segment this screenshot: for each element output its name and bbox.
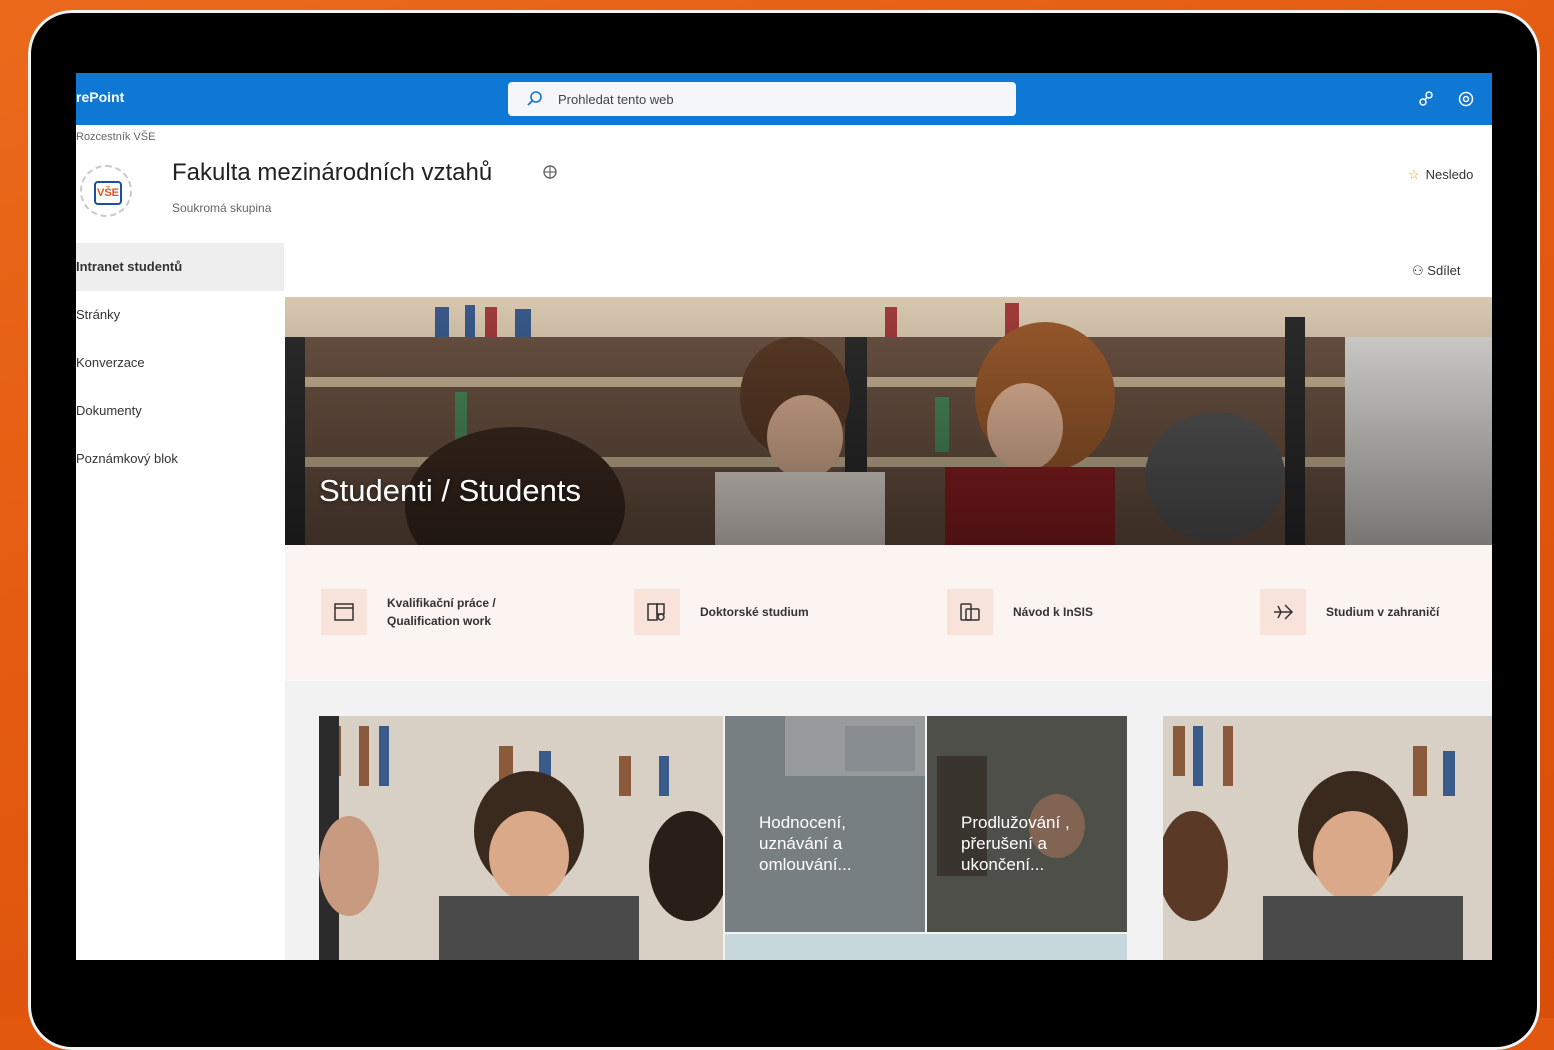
quick-links: Kvalifikační práce / Qualification work …	[285, 545, 1492, 681]
news-tile-extension[interactable]: Prodlužování , přerušení a ukončení...	[927, 716, 1127, 932]
app-name[interactable]: rePoint	[76, 89, 124, 105]
news-tile-extension-title: Prodlužování , přerušení a ukončení...	[961, 813, 1070, 874]
search-icon	[527, 91, 542, 106]
suite-bar: rePoint Prohledat tento web	[76, 73, 1492, 125]
quicklink-thesis[interactable]: Kvalifikační práce / Qualification work	[321, 589, 496, 635]
thesis-icon	[321, 589, 367, 635]
quicklink-insis[interactable]: Návod k InSIS	[947, 589, 1093, 635]
news-photo	[1163, 716, 1492, 960]
doctoral-icon	[634, 589, 680, 635]
share-button[interactable]: ⚇ Sdílet	[1412, 263, 1461, 279]
sharepoint-screen: rePoint Prohledat tento web Rozcestník V…	[76, 73, 1492, 960]
search-box[interactable]: Prohledat tento web	[508, 82, 1016, 116]
quicklink-thesis-line2: Qualification work	[387, 614, 492, 628]
nav-item-documents[interactable]: Dokumenty	[76, 387, 284, 435]
site-navigation: Intranet studentů Stránky Konverzace Dok…	[76, 243, 284, 483]
search-placeholder: Prohledat tento web	[558, 92, 674, 107]
news-section: Hodnocení, uznávání a omlouvání... Prodl…	[285, 681, 1492, 960]
group-privacy-icon	[543, 165, 557, 179]
news-photo	[319, 716, 723, 960]
hero-banner[interactable]: Studenti / Students	[285, 297, 1492, 545]
share-icon[interactable]	[1416, 89, 1436, 109]
airplane-icon	[1260, 589, 1306, 635]
news-tile-lower[interactable]	[725, 934, 1127, 960]
quicklink-insis-label: Návod k InSIS	[1013, 605, 1094, 619]
news-tile-evaluation[interactable]: Hodnocení, uznávání a omlouvání...	[725, 716, 925, 932]
people-icon: ⚇	[1412, 263, 1428, 278]
quicklink-thesis-line1: Kvalifikační práce /	[387, 596, 496, 610]
hero-caption: Studenti / Students	[319, 473, 581, 508]
guide-icon	[947, 589, 993, 635]
vse-logo-icon: VŠE	[94, 181, 122, 205]
site-title[interactable]: Fakulta mezinárodních vztahů	[172, 159, 492, 187]
quicklink-abroad-label: Studium v zahraničí	[1326, 605, 1440, 619]
nav-item-notebook[interactable]: Poznámkový blok	[76, 435, 284, 483]
quicklink-abroad[interactable]: Studium v zahraničí	[1260, 589, 1439, 635]
follow-button[interactable]: ☆ Nesledo	[1408, 167, 1473, 183]
quicklink-doctoral-label: Doktorské studium	[700, 605, 809, 619]
news-tile-right[interactable]	[1163, 716, 1492, 960]
news-tile-large[interactable]	[319, 716, 723, 960]
quicklink-doctoral[interactable]: Doktorské studium	[634, 589, 809, 635]
nav-item-pages[interactable]: Stránky	[76, 291, 284, 339]
settings-icon[interactable]	[1456, 89, 1476, 109]
nav-item-intranet[interactable]: Intranet studentů	[76, 243, 284, 291]
breadcrumb[interactable]: Rozcestník VŠE	[76, 131, 155, 143]
nav-item-conversations[interactable]: Konverzace	[76, 339, 284, 387]
site-subtitle: Soukromá skupina	[172, 201, 272, 215]
star-icon: ☆	[1408, 167, 1420, 182]
site-logo[interactable]: VŠE	[80, 165, 132, 217]
news-tile-evaluation-title: Hodnocení, uznávání a omlouvání...	[759, 813, 852, 874]
